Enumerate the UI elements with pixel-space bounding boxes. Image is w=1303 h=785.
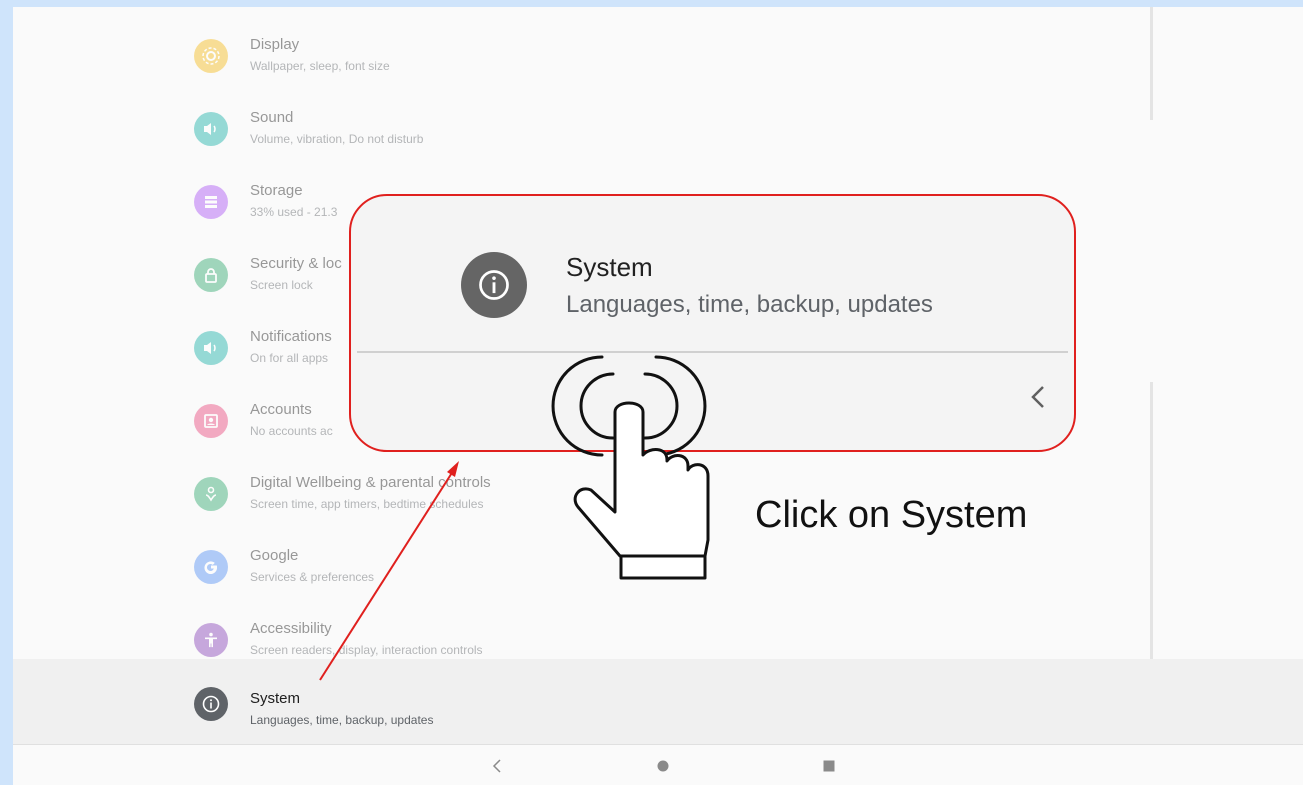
- zoom-callout: System Languages, time, backup, updates: [349, 194, 1076, 452]
- accounts-icon: [194, 404, 228, 438]
- item-subtitle: Services & preferences: [250, 570, 375, 584]
- item-title: Sound: [250, 109, 294, 126]
- callout-subtitle: Languages, time, backup, updates: [566, 291, 933, 318]
- home-icon[interactable]: [643, 745, 683, 785]
- item-title: System: [250, 690, 301, 707]
- display-icon: [194, 39, 228, 73]
- recents-icon[interactable]: [809, 745, 849, 785]
- sound-icon: [194, 112, 228, 146]
- item-subtitle: On for all apps: [250, 351, 329, 365]
- item-title: Accounts: [250, 401, 312, 418]
- navigation-bar: [13, 744, 1303, 785]
- item-title: Notifications: [250, 328, 332, 345]
- chevron-left-icon: [1023, 379, 1053, 415]
- item-subtitle: 33% used - 21.3: [250, 205, 338, 219]
- settings-item-sound[interactable]: Sound Volume, vibration, Do not disturb: [13, 95, 1150, 168]
- item-subtitle: Volume, vibration, Do not disturb: [250, 132, 424, 146]
- accessibility-icon: [194, 623, 228, 657]
- settings-item-system[interactable]: System Languages, time, backup, updates: [13, 659, 1303, 744]
- item-title: Google: [250, 547, 299, 564]
- item-subtitle: Screen readers, display, interaction con…: [250, 643, 483, 657]
- wellbeing-icon: [194, 477, 228, 511]
- item-title: Accessibility: [250, 620, 332, 637]
- item-title: Security & loc: [250, 255, 342, 272]
- storage-icon: [194, 185, 228, 219]
- lock-icon: [194, 258, 228, 292]
- notifications-icon: [194, 331, 228, 365]
- item-title: Storage: [250, 182, 303, 199]
- callout-divider: [357, 351, 1068, 353]
- item-subtitle: Languages, time, backup, updates: [250, 713, 434, 727]
- info-icon: [194, 687, 228, 721]
- settings-item-google[interactable]: Google Services & preferences: [13, 533, 1150, 606]
- settings-item-display[interactable]: Display Wallpaper, sleep, font size: [13, 22, 1150, 95]
- item-title: Display: [250, 36, 300, 53]
- item-subtitle: No accounts ac: [250, 424, 333, 438]
- item-subtitle: Screen lock: [250, 278, 313, 292]
- info-icon: [461, 252, 527, 318]
- callout-title: System: [566, 252, 653, 282]
- divider-top: [1150, 7, 1153, 120]
- item-subtitle: Screen time, app timers, bedtime schedul…: [250, 497, 484, 511]
- back-icon[interactable]: [477, 745, 517, 785]
- item-title: Digital Wellbeing & parental controls: [250, 474, 491, 491]
- instruction-text: Click on System: [755, 494, 1028, 536]
- item-subtitle: Wallpaper, sleep, font size: [250, 59, 390, 73]
- google-icon: [194, 550, 228, 584]
